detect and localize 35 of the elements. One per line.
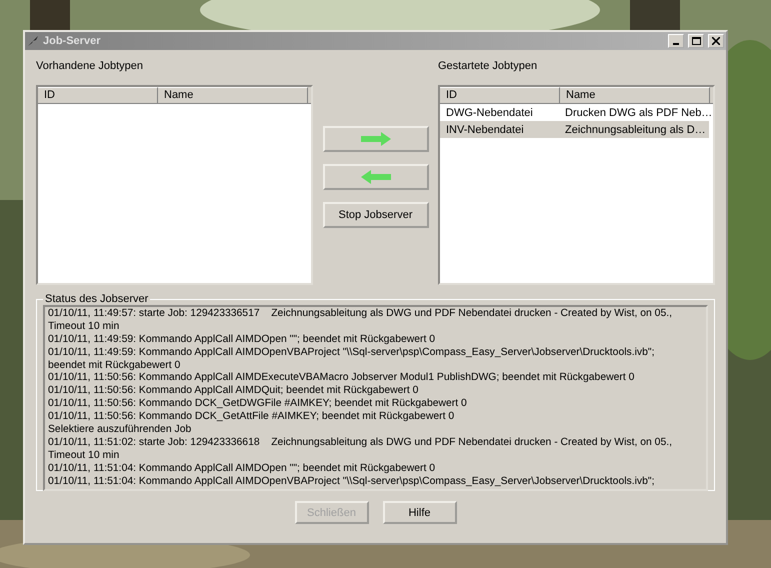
started-job-list[interactable]: ID Name DWG-Nebendatei Drucken DWG als PDF Neb… INV-Nebendatei Zeichnungsableitung als D… [438,85,715,285]
close-icon [712,37,720,45]
maximize-button[interactable] [688,34,704,48]
list-label: Vorhandene Jobtypen [36,60,144,74]
column-header[interactable]: ID [440,87,560,103]
right-arrow-icon [360,132,390,146]
job-type-list[interactable]: ID Name [36,85,313,285]
log-line: Timeout 10 min [48,450,120,463]
log-line: 01/10/11, 11:51:04: Kommando ApplCall AIMDOpen ""; beendet mit Rückgabewert 0 [48,462,436,476]
log-line: 01/10/11, 11:50:56: Kommando DCK_GetAttFile #AIMKEY; beendet mit Rückgabewert 0 [48,411,456,424]
log-line: 01/10/11, 11:51:04: Kommando ApplCall AIMDOpenVBAProject "\\Sql-server\psp\Compass_Easy_Server\Jobserver\Drucktools.ivb"; [48,476,656,488]
dialog-button[interactable]: Hilfe [382,501,456,524]
close-button[interactable] [708,34,724,48]
column-header[interactable]: ID [38,87,158,103]
log-line: 01/10/11, 11:50:56: Kommando ApplCall AIMDExecuteVBAMacro Jobserver Modul1 PublishDWG; beendet mit Rückgabewert 0 [48,372,636,386]
log-line: 01/10/11, 11:49:59: Kommando ApplCall AIMDOpenVBAProject "\\Sql-server\psp\Compass_Easy_Server\Jobserver\Drucktools.ivb"; [48,346,656,360]
log-line: 01/10/11, 11:49:57: starte Job: 129423336517 Zeichnungsableitung als DWG und PDF Nebendatei drucken - Created by Wist, on 05., [48,308,674,321]
log-line: 01/10/11, 11:49:59: Kommando ApplCall AIMDOpen ""; beendet mit Rückgabewert 0 [48,334,436,347]
left-arrow-icon [360,170,390,184]
log-line: 01/10/11, 11:50:56: Kommando DCK_GetDWGFile #AIMKEY; beendet mit Rückgabewert 0 [48,398,468,412]
maximize-icon [692,37,700,45]
feather-icon [27,35,39,47]
minimize-button[interactable] [668,34,684,48]
list-label: Gestartete Jobtypen [438,60,538,74]
column-header[interactable]: Name [560,87,710,103]
stop-button[interactable]: Stop Jobserver [322,202,428,228]
column-header[interactable]: Name [158,87,308,103]
log-line: beendet mit Rückgabewert 0 [48,360,182,372]
log-line: 01/10/11, 11:51:02: starte Job: 129423336618 Zeichnungsableitung als DWG und PDF Nebendatei drucken - Created by Wist, on 05., [48,436,674,450]
log-line: 01/10/11, 11:50:56: Kommando ApplCall AIMDQuit; beendet mit Rückgabewert 0 [48,385,420,398]
group-label: Status des Jobserver [44,293,150,305]
log-line: Timeout 10 min [48,320,120,334]
log-line: Selektiere auszuführenden Job [48,424,192,437]
window-title: Job-Server [43,35,102,47]
list-row[interactable]: INV-Nebendatei Zeichnungsableitung als D… [440,121,709,138]
